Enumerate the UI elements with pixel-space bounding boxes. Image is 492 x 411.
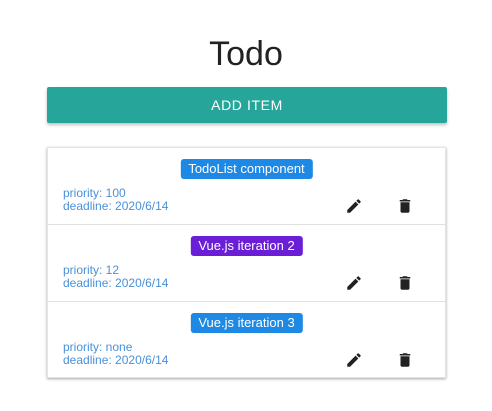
- list-item: TodoList component priority: 100 deadlin…: [48, 148, 445, 225]
- list-item: Vue.js iteration 3 priority: none deadli…: [48, 302, 445, 379]
- todo-title-badge: Vue.js iteration 3: [190, 313, 303, 333]
- pencil-icon[interactable]: [344, 196, 364, 216]
- todo-title-badge: TodoList component: [180, 159, 313, 179]
- deadline-text: deadline: 2020/6/14: [63, 276, 169, 290]
- page-title: Todo: [209, 35, 283, 73]
- trash-icon[interactable]: [395, 196, 415, 216]
- todo-list: TodoList component priority: 100 deadlin…: [47, 147, 446, 378]
- add-item-button[interactable]: ADD ITEM: [47, 87, 447, 123]
- deadline-text: deadline: 2020/6/14: [63, 353, 169, 367]
- trash-icon[interactable]: [395, 273, 415, 293]
- todo-meta: priority: 100 deadline: 2020/6/14: [63, 187, 168, 213]
- list-item: Vue.js iteration 2 priority: 12 deadline…: [48, 225, 445, 302]
- todo-page: Todo ADD ITEM TodoList component priorit…: [0, 0, 492, 411]
- trash-icon[interactable]: [395, 350, 415, 370]
- todo-title-badge: Vue.js iteration 2: [190, 236, 303, 256]
- deadline-text: deadline: 2020/6/14: [63, 199, 169, 213]
- pencil-icon[interactable]: [344, 273, 364, 293]
- todo-meta: priority: 12 deadline: 2020/6/14: [63, 264, 168, 290]
- pencil-icon[interactable]: [344, 350, 364, 370]
- todo-meta: priority: none deadline: 2020/6/14: [63, 341, 168, 367]
